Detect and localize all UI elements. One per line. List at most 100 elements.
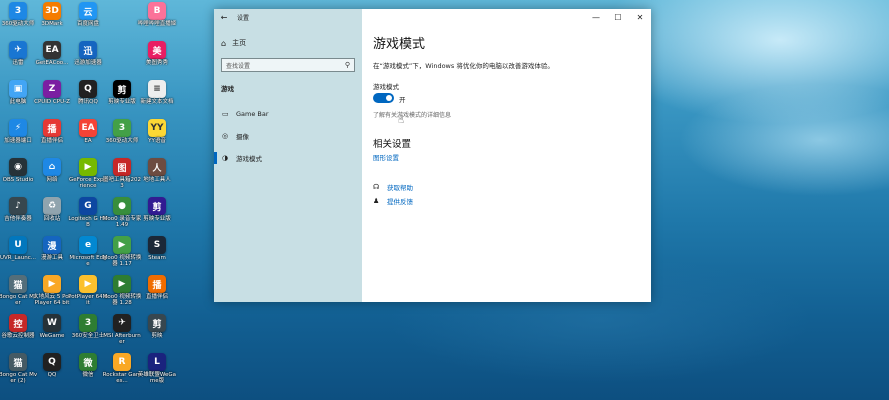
desktop-shortcut[interactable]: 美美图秀秀: [140, 41, 174, 81]
desktop-shortcut[interactable]: EA GetEACoo...: [35, 41, 69, 81]
desktop-shortcut[interactable]: ● Moo0 录音专家 1.49: [102, 197, 142, 237]
desktop-shortcut-label: Moo0 录音专家 1.49: [102, 216, 142, 228]
desktop-shortcut[interactable]: S Steam: [140, 236, 174, 276]
nav-active-indicator: [214, 152, 217, 164]
desktop-shortcut[interactable]: 猫 Bongo Cat Mver: [0, 275, 37, 315]
nav-item-captures[interactable]: ◎ 摄像: [214, 128, 362, 144]
search-input[interactable]: 查找设置: [226, 61, 250, 70]
desktop-shortcut[interactable]: Q 腾讯QQ: [71, 80, 105, 120]
desktop-shortcut-label: 360驱动大师: [105, 138, 139, 144]
desktop-shortcut[interactable]: e Microsoft Edge: [69, 236, 107, 276]
desktop-shortcut[interactable]: 3D 3DMark: [35, 2, 69, 42]
desktop-shortcut[interactable]: R Rockstar Games...: [103, 353, 141, 393]
desktop-shortcut[interactable]: ◉ OBS Studio: [1, 158, 35, 198]
desktop-shortcut[interactable]: ▶ GeForce Experience: [69, 158, 107, 198]
desktop-shortcut[interactable]: 剪剪映专业版: [105, 80, 139, 120]
desktop-shortcut-label: 3DMark: [41, 21, 63, 27]
desktop-shortcut[interactable]: G Logitech G HUB: [68, 197, 108, 237]
app-icon: ▣: [9, 80, 27, 98]
desktop-shortcut[interactable]: YY YY语音: [140, 119, 174, 159]
close-button[interactable]: ✕: [629, 9, 651, 25]
app-icon: 人: [148, 158, 166, 176]
game-mode-toggle[interactable]: [373, 93, 394, 103]
app-icon: 猫: [9, 275, 27, 293]
desktop-shortcut[interactable]: 播直播伴侣: [140, 275, 174, 315]
nav-item-game-bar[interactable]: ▭ Game Bar: [214, 106, 362, 122]
desktop-shortcut[interactable]: ▶ PotPlayer 64 bit: [68, 275, 108, 315]
search-icon[interactable]: ⚲: [345, 61, 350, 69]
app-icon: ✈: [9, 41, 27, 59]
app-icon: 图: [113, 158, 131, 176]
desktop-shortcut[interactable]: ✈ 迅雷: [1, 41, 35, 81]
desktop-shortcut[interactable]: ⚡ 加速器端口: [1, 119, 35, 159]
desktop-shortcut[interactable]: ✈ MSI Afterburner: [103, 314, 141, 354]
mouse-cursor-icon: ☝: [398, 115, 405, 126]
desktop-shortcut[interactable]: 人地地工具人: [140, 158, 174, 198]
desktop-shortcut[interactable]: ≡ 新建文本文档: [140, 80, 174, 120]
get-help-row[interactable]: ☊ 获取帮助: [373, 182, 413, 192]
desktop-shortcut[interactable]: 剪剪映专业版: [140, 197, 174, 237]
settings-search-box[interactable]: 查找设置 ⚲: [221, 58, 355, 72]
desktop-shortcut-label: 漫游工具: [40, 255, 63, 261]
desktop-shortcut[interactable]: 猫 Bongo Cat Mver (2): [0, 353, 37, 393]
nav-item-game-mode[interactable]: ◑ 游戏模式: [214, 150, 362, 166]
desktop-shortcut[interactable]: W WeGame: [35, 314, 69, 354]
desktop-shortcut[interactable]: 3 360驱动大师: [105, 119, 139, 159]
app-icon: ◉: [9, 158, 27, 176]
title-bar: ← 设置: [214, 9, 362, 25]
desktop-shortcut[interactable]: ⌂ 网络: [35, 158, 69, 198]
graphics-settings-link[interactable]: 图形设置: [373, 152, 399, 162]
desktop-shortcut[interactable]: B 哔哩哔哩直播姬: [138, 2, 176, 42]
desktop-shortcut[interactable]: ▣ 此电脑: [1, 80, 35, 120]
feedback-row[interactable]: ♟ 提供反馈: [373, 196, 413, 206]
page-description: 在“游戏模式”下，Windows 将优化你的电脑以改善游戏体验。: [373, 62, 554, 70]
desktop-shortcut-label: 回收站: [43, 216, 61, 222]
desktop-shortcut[interactable]: EA EA: [71, 119, 105, 159]
caption-buttons: — ☐ ✕: [585, 9, 651, 25]
desktop-shortcut[interactable]: 漫漫游工具: [35, 236, 69, 276]
app-icon: 控: [9, 314, 27, 332]
desktop-shortcut-label: GetEACoo...: [35, 60, 69, 66]
app-icon: 3: [79, 314, 97, 332]
app-icon: ▶: [43, 275, 61, 293]
desktop-shortcut[interactable]: L 英雄联盟WeGame版: [138, 353, 176, 393]
desktop-shortcut[interactable]: 图图吧工具箱2023: [103, 158, 141, 198]
learn-more-link[interactable]: 了解有关游戏模式的详细信息: [373, 110, 451, 119]
back-button[interactable]: ←: [214, 9, 234, 25]
maximize-button[interactable]: ☐: [607, 9, 629, 25]
desktop-shortcut[interactable]: ▶ Moo0 视频转换器 1.17: [102, 236, 142, 276]
help-icon: ☊: [373, 183, 380, 191]
page-title: 游戏模式: [373, 37, 426, 52]
desktop-shortcut[interactable]: ♪ 吉他伴奏器: [1, 197, 35, 237]
desktop-shortcut-label: MSI Afterburner: [103, 333, 141, 345]
settings-content: — ☐ ✕ 游戏模式 在“游戏模式”下，Windows 将优化你的电脑以改善游戏…: [362, 9, 651, 302]
desktop-shortcut[interactable]: ♻ 回收站: [35, 197, 69, 237]
app-icon: 播: [148, 275, 166, 293]
minimize-button[interactable]: —: [585, 9, 607, 25]
desktop-shortcut[interactable]: 3 360安全卫士: [71, 314, 105, 354]
desktop-shortcut[interactable]: 迅迅游加速器: [71, 41, 105, 81]
desktop-shortcut[interactable]: 控谷歌云控制器: [1, 314, 35, 354]
desktop-shortcut[interactable]: 剪剪映: [140, 314, 174, 354]
nav-home[interactable]: ⌂ 主页: [221, 38, 246, 48]
desktop-shortcut[interactable]: U UVR_Launc...: [0, 236, 36, 276]
settings-sidebar: ← 设置 ⌂ 主页 查找设置 ⚲ 游戏 ▭ Game Bar ◎ 摄像 ◑ 游戏…: [214, 9, 362, 302]
feedback-link[interactable]: 提供反馈: [387, 196, 413, 206]
nav-home-label: 主页: [232, 39, 247, 47]
desktop-shortcut[interactable]: Q QQ: [35, 353, 69, 393]
desktop-shortcut[interactable]: 3 360驱动大师: [1, 2, 35, 42]
app-icon: e: [79, 236, 97, 254]
desktop-shortcut[interactable]: 微微信: [71, 353, 105, 393]
get-help-link[interactable]: 获取帮助: [387, 182, 413, 192]
desktop-shortcut-label: 直播伴侣: [145, 294, 168, 300]
app-icon: Q: [43, 353, 61, 371]
app-icon: B: [148, 2, 166, 20]
desktop-shortcut[interactable]: 播直播伴侣: [35, 119, 69, 159]
desktop-shortcut[interactable]: ▶ Moo0 视频转换器 1.28: [103, 275, 141, 315]
desktop-shortcut-label: Moo0 视频转换器 1.17: [102, 255, 142, 267]
app-icon: 3: [9, 2, 27, 20]
desktop-shortcut[interactable]: ▶ 大地风云 5 PotPlayer 64 bit: [33, 275, 71, 315]
desktop-shortcut[interactable]: Z CPUID CPU-Z: [34, 80, 70, 120]
app-icon: Z: [43, 80, 61, 98]
desktop-shortcut[interactable]: 云百度网盘: [71, 2, 105, 42]
